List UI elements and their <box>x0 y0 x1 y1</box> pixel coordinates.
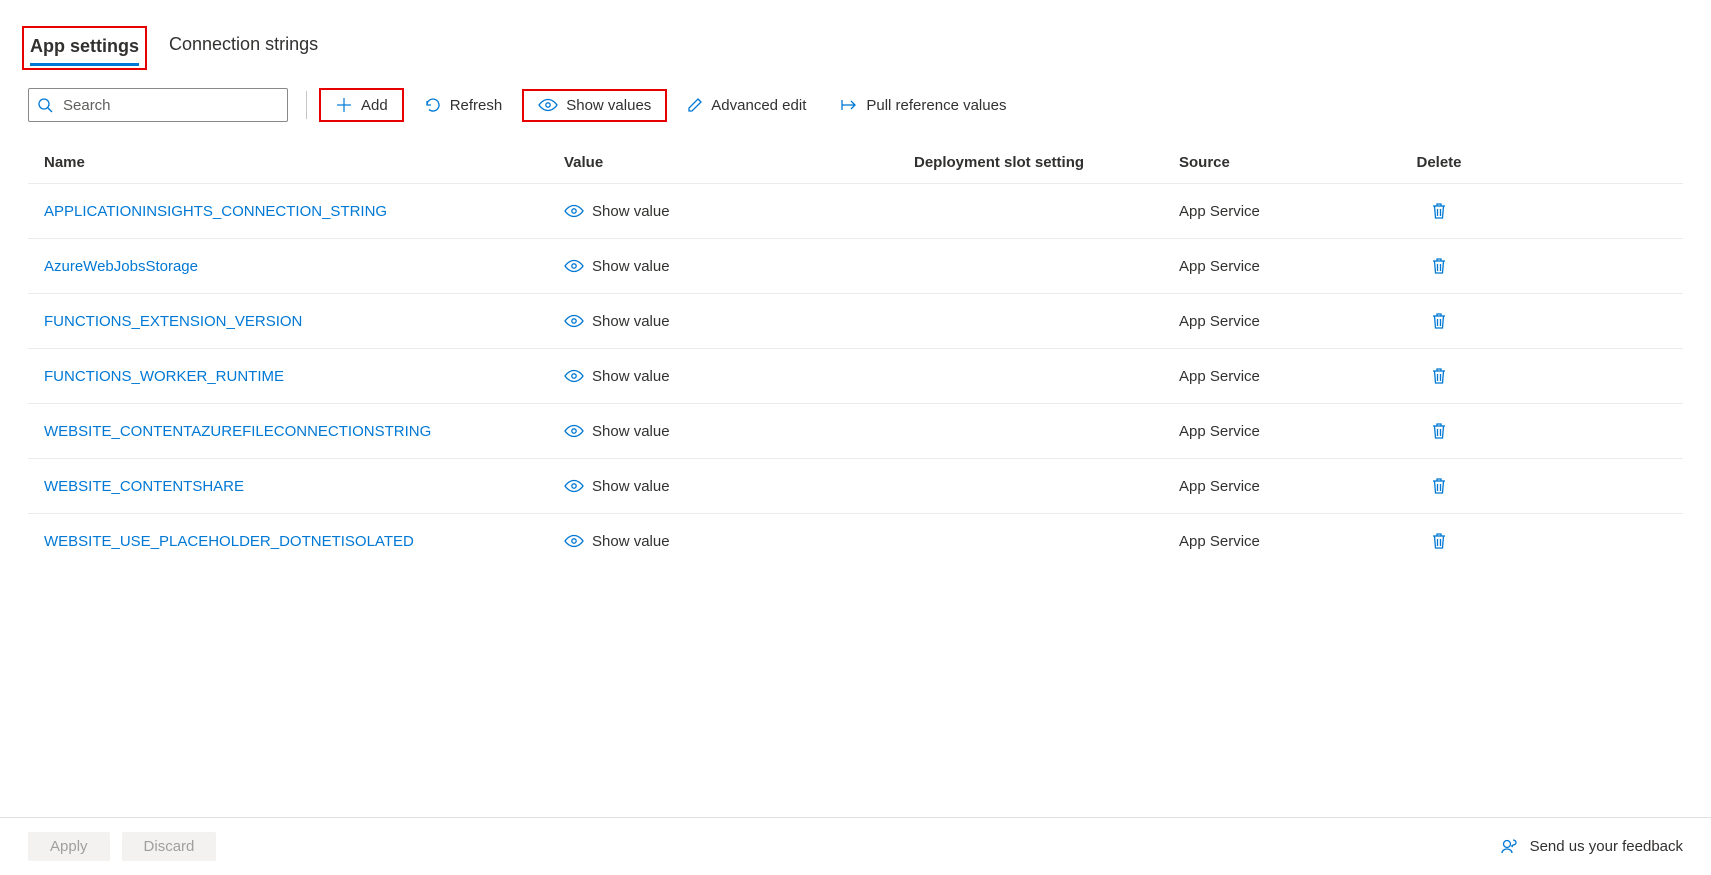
delete-icon[interactable] <box>1431 477 1447 495</box>
pencil-icon <box>687 97 703 113</box>
advanced-edit-label: Advanced edit <box>711 97 806 114</box>
header-name: Name <box>44 154 564 171</box>
setting-name-link[interactable]: AzureWebJobsStorage <box>44 258 198 275</box>
delete-icon[interactable] <box>1431 202 1447 220</box>
show-values-label: Show values <box>566 97 651 114</box>
table-row: FUNCTIONS_WORKER_RUNTIME Show value App Se… <box>28 348 1683 403</box>
advanced-edit-button[interactable]: Advanced edit <box>679 93 814 118</box>
table-row: WEBSITE_USE_PLACEHOLDER_DOTNETISOLATED Sh… <box>28 513 1683 568</box>
arrow-right-icon <box>840 98 858 112</box>
feedback-icon <box>1500 837 1520 857</box>
show-value-cell[interactable]: Show value <box>564 423 914 440</box>
divider <box>306 91 307 119</box>
delete-icon[interactable] <box>1431 532 1447 550</box>
discard-button[interactable]: Discard <box>122 832 217 861</box>
show-value-label: Show value <box>592 423 670 440</box>
show-value-label: Show value <box>592 258 670 275</box>
show-values-button[interactable]: Show values <box>530 93 659 118</box>
setting-name-link[interactable]: WEBSITE_CONTENTAZUREFILECONNECTIONSTRING <box>44 423 431 440</box>
eye-icon <box>564 424 584 438</box>
tab-app-settings[interactable]: App settings <box>30 30 139 66</box>
show-value-label: Show value <box>592 203 670 220</box>
toolbar: Add Refresh Show values Advanced edit <box>28 88 1683 122</box>
show-value-cell[interactable]: Show value <box>564 533 914 550</box>
source-cell: App Service <box>1179 203 1389 220</box>
refresh-button[interactable]: Refresh <box>416 92 511 118</box>
header-delete: Delete <box>1389 154 1489 171</box>
add-label: Add <box>361 97 388 114</box>
eye-icon <box>564 479 584 493</box>
eye-icon <box>564 259 584 273</box>
header-source: Source <box>1179 154 1389 171</box>
table-row: APPLICATIONINSIGHTS_CONNECTION_STRING Sho… <box>28 183 1683 238</box>
eye-icon <box>538 98 558 112</box>
eye-icon <box>564 314 584 328</box>
source-cell: App Service <box>1179 313 1389 330</box>
refresh-icon <box>424 96 442 114</box>
eye-icon <box>564 204 584 218</box>
show-value-label: Show value <box>592 368 670 385</box>
table-row: WEBSITE_CONTENTAZUREFILECONNECTIONSTRING… <box>28 403 1683 458</box>
setting-name-link[interactable]: APPLICATIONINSIGHTS_CONNECTION_STRING <box>44 203 387 220</box>
eye-icon <box>564 534 584 548</box>
tab-bar: App settings Connection strings <box>28 28 1683 68</box>
settings-table: Name Value Deployment slot setting Sourc… <box>28 142 1683 568</box>
show-value-label: Show value <box>592 533 670 550</box>
search-icon <box>37 97 53 113</box>
apply-button[interactable]: Apply <box>28 832 110 861</box>
delete-icon[interactable] <box>1431 422 1447 440</box>
feedback-link[interactable]: Send us your feedback <box>1500 837 1683 857</box>
pull-reference-label: Pull reference values <box>866 97 1006 114</box>
setting-name-link[interactable]: WEBSITE_USE_PLACEHOLDER_DOTNETISOLATED <box>44 533 414 550</box>
show-value-cell[interactable]: Show value <box>564 203 914 220</box>
show-value-label: Show value <box>592 313 670 330</box>
source-cell: App Service <box>1179 368 1389 385</box>
source-cell: App Service <box>1179 478 1389 495</box>
show-value-cell[interactable]: Show value <box>564 478 914 495</box>
header-value: Value <box>564 154 914 171</box>
table-row: WEBSITE_CONTENTSHARE Show value App Servic… <box>28 458 1683 513</box>
show-value-label: Show value <box>592 478 670 495</box>
delete-icon[interactable] <box>1431 367 1447 385</box>
refresh-label: Refresh <box>450 97 503 114</box>
eye-icon <box>564 369 584 383</box>
delete-icon[interactable] <box>1431 257 1447 275</box>
footer: Apply Discard Send us your feedback <box>0 817 1711 875</box>
header-slot: Deployment slot setting <box>914 154 1179 171</box>
table-row: AzureWebJobsStorage Show value App Service <box>28 238 1683 293</box>
delete-icon[interactable] <box>1431 312 1447 330</box>
feedback-label: Send us your feedback <box>1530 838 1683 855</box>
table-row: FUNCTIONS_EXTENSION_VERSION Show value App… <box>28 293 1683 348</box>
setting-name-link[interactable]: FUNCTIONS_WORKER_RUNTIME <box>44 368 284 385</box>
setting-name-link[interactable]: FUNCTIONS_EXTENSION_VERSION <box>44 313 302 330</box>
source-cell: App Service <box>1179 533 1389 550</box>
source-cell: App Service <box>1179 258 1389 275</box>
show-value-cell[interactable]: Show value <box>564 313 914 330</box>
search-input[interactable] <box>61 96 279 115</box>
pull-reference-button[interactable]: Pull reference values <box>832 93 1014 118</box>
search-input-wrap[interactable] <box>28 88 288 122</box>
table-header: Name Value Deployment slot setting Sourc… <box>28 142 1683 183</box>
show-value-cell[interactable]: Show value <box>564 258 914 275</box>
plus-icon <box>335 96 353 114</box>
setting-name-link[interactable]: WEBSITE_CONTENTSHARE <box>44 478 244 495</box>
tab-connection-strings[interactable]: Connection strings <box>169 28 318 68</box>
add-button[interactable]: Add <box>327 92 396 118</box>
show-value-cell[interactable]: Show value <box>564 368 914 385</box>
source-cell: App Service <box>1179 423 1389 440</box>
